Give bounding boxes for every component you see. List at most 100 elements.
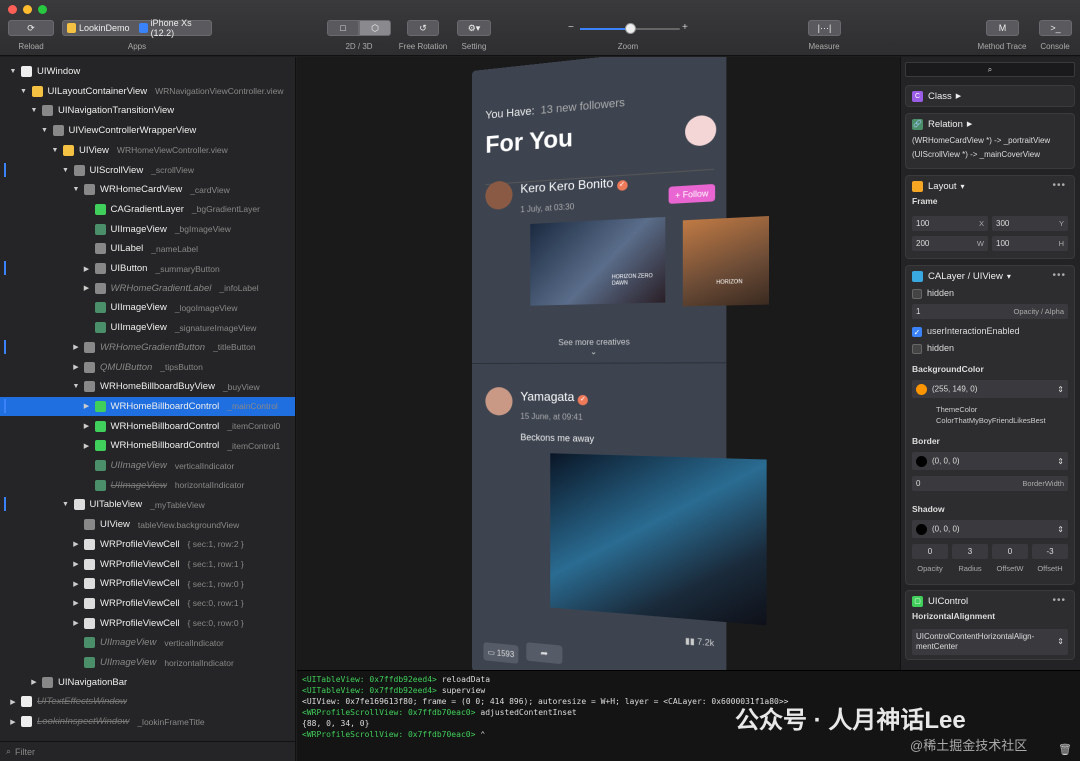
method-trace-button[interactable]: M (986, 20, 1019, 36)
tree-row[interactable]: ▶ WRProfileViewCell { sec:1, row:0 } (0, 574, 295, 593)
setting-button[interactable]: ⚙▾ (457, 20, 491, 36)
tree-row[interactable]: CAGradientLayer _bgGradientLayer (0, 200, 295, 219)
relation-section[interactable]: 🔗 Relation ▶ (WRHomeCardView *) -> _portra… (905, 113, 1075, 169)
zoom-out-button[interactable]: − (568, 22, 574, 33)
disclosure-open-icon[interactable]: ▼ (61, 501, 71, 508)
disclosure-closed-icon[interactable]: ▶ (82, 284, 92, 292)
3d-view-button[interactable]: ⬡ (359, 20, 391, 36)
uicontrol-section[interactable]: ▢ UIControl ••• HorizontalAlignment UICon… (905, 590, 1075, 660)
tree-row[interactable]: ▶ WRHomeGradientLabel _infoLabel (0, 279, 295, 298)
disclosure-closed-icon[interactable]: ▶ (8, 698, 18, 706)
disclosure-open-icon[interactable]: ▼ (71, 383, 81, 390)
border-color-field[interactable]: (0, 0, 0) ⇕ (912, 452, 1068, 470)
disclosure-open-icon[interactable]: ▼ (40, 127, 50, 134)
disclosure-open-icon[interactable]: ▼ (8, 68, 18, 75)
disclosure-closed-icon[interactable]: ▶ (71, 599, 81, 607)
tree-row[interactable]: ▶ WRProfileViewCell { sec:1, row:1 } (0, 555, 295, 574)
tree-row[interactable]: ▼ UITableView _myTableView (0, 495, 295, 514)
disclosure-open-icon[interactable]: ▼ (19, 88, 29, 95)
reload-button[interactable]: ⟳ (8, 20, 54, 36)
checkbox[interactable]: ✓ (912, 326, 922, 337)
phone-preview[interactable]: You Have: 13 new followers For You Kero … (472, 57, 769, 670)
trash-icon[interactable]: 🗑 (1058, 744, 1072, 755)
comments-button[interactable]: ▭ 1593 (483, 642, 519, 664)
disclosure-closed-icon[interactable]: ▶ (82, 422, 92, 430)
see-more-link[interactable]: See more creatives ⌄ (472, 336, 726, 357)
hidden-checkbox[interactable]: hidden (912, 288, 954, 299)
disclosure-open-icon[interactable]: ▼ (71, 186, 81, 193)
tree-row[interactable]: ▶ UIButton _summaryButton (0, 259, 295, 278)
disclosure-closed-icon[interactable]: ▶ (71, 580, 81, 588)
tree-row[interactable]: ▶ LookinInspectWindow _lookinFrameTitle (0, 712, 295, 731)
follow-button[interactable]: + Follow (668, 183, 716, 204)
share-button[interactable]: ➦ (526, 642, 563, 665)
disclosure-closed-icon[interactable]: ▶ (71, 363, 81, 371)
disclosure-closed-icon[interactable]: ▶ (29, 678, 39, 686)
free-rotation-button[interactable]: ↺ (407, 20, 439, 36)
tree-row[interactable]: UIImageView _bgImageView (0, 220, 295, 239)
tree-row[interactable]: UIImageView _logoImageView (0, 298, 295, 317)
tree-row[interactable]: UIImageView verticalIndicator (0, 456, 295, 475)
shadow-color-field[interactable]: (0, 0, 0) ⇕ (912, 520, 1068, 538)
apps-selector[interactable]: LookinDemo iPhone Xs (12.2) (62, 18, 212, 38)
disclosure-closed-icon[interactable]: ▶ (82, 265, 92, 273)
tree-row[interactable]: UIImageView verticalIndicator (0, 633, 295, 652)
minimize-window-button[interactable] (23, 5, 32, 14)
tree-row[interactable]: UILabel _nameLabel (0, 239, 295, 258)
layout-section[interactable]: Layout ▾ ••• Frame 100 X 300 Y 200 W 100 H (905, 175, 1075, 259)
user-interaction-checkbox[interactable]: ✓ userInteractionEnabled (912, 326, 1020, 337)
calayer-section[interactable]: CALayer / UIView ▾ ••• hidden 1 Opacity / … (905, 265, 1075, 585)
tree-row[interactable]: ▶ WRHomeBillboardControl _itemControl0 (0, 417, 295, 436)
user2-avatar[interactable] (485, 387, 513, 416)
disclosure-closed-icon[interactable]: ▶ (8, 718, 18, 726)
disclosure-closed-icon[interactable]: ▶ (71, 343, 81, 351)
shadow-offset-w-field[interactable]: 0 (992, 544, 1028, 559)
close-window-button[interactable] (8, 5, 17, 14)
2d-view-button[interactable]: □ (327, 20, 359, 36)
disclosure-open-icon[interactable]: ▼ (61, 167, 71, 174)
shadow-offset-h-field[interactable]: -3 (1032, 544, 1068, 559)
inspector-search-input[interactable]: ⌕ (905, 62, 1075, 77)
tree-row[interactable]: ▼ UIWindow (0, 62, 295, 81)
zoom-in-button[interactable]: + (682, 22, 688, 33)
frame-h-field[interactable]: 100 H (992, 236, 1068, 251)
filter-input[interactable]: ⌕ Filter (0, 741, 295, 761)
tree-row[interactable]: UIImageView horizontalIndicator (0, 476, 295, 495)
zoom-window-button[interactable] (38, 5, 47, 14)
disclosure-closed-icon[interactable]: ▶ (71, 540, 81, 548)
tree-row[interactable]: ▼ WRHomeBillboardBuyView _buyView (0, 377, 295, 396)
bg-color-field[interactable]: (255, 149, 0) ⇕ (912, 380, 1068, 398)
tree-row[interactable]: ▶ UITextEffectsWindow (0, 692, 295, 711)
tree-row[interactable]: ▶ WRProfileViewCell { sec:0, row:0 } (0, 614, 295, 633)
disclosure-closed-icon[interactable]: ▶ (82, 442, 92, 450)
tree-row[interactable]: ▶ WRHomeBillboardControl _mainControl (0, 396, 295, 416)
zoom-slider[interactable] (580, 23, 680, 34)
avatar[interactable] (685, 114, 717, 148)
tree-row[interactable]: ▶ WRProfileViewCell { sec:1, row:2 } (0, 535, 295, 554)
frame-w-field[interactable]: 200 W (912, 236, 988, 251)
disclosure-closed-icon[interactable]: ▶ (71, 619, 81, 627)
frame-y-field[interactable]: 300 Y (992, 216, 1068, 231)
checkbox[interactable] (912, 288, 922, 299)
tree-row[interactable]: ▶ WRProfileViewCell { sec:0, row:1 } (0, 594, 295, 613)
checkbox[interactable] (912, 343, 922, 354)
tree-row[interactable]: ▼ UIView WRHomeViewController.view (0, 141, 295, 160)
tree-row[interactable]: UIView tableView.backgroundView (0, 515, 295, 534)
disclosure-open-icon[interactable]: ▼ (50, 147, 60, 154)
user1-avatar[interactable] (485, 180, 513, 211)
tree-row[interactable]: ▶ WRHomeGradientButton _titleButton (0, 338, 295, 357)
more-icon[interactable]: ••• (1052, 595, 1066, 606)
h-align-select[interactable]: UIControlContentHorizontalAlign-mentCent… (912, 629, 1068, 655)
tree-row[interactable]: ▶ QMUIButton _tipsButton (0, 358, 295, 377)
tree-row[interactable]: ▶ WRHomeBillboardControl _itemControl1 (0, 436, 295, 455)
measure-button[interactable]: |···| (808, 20, 841, 36)
tree-row[interactable]: ▼ UILayoutContainerView WRNavigationViewCo… (0, 82, 295, 101)
border-width-field[interactable]: 0 BorderWidth (912, 476, 1068, 491)
hidden2-checkbox[interactable]: hidden (912, 343, 954, 354)
preview-canvas[interactable]: You Have: 13 new followers For You Kero … (297, 57, 900, 670)
tree-row[interactable]: UIImageView _signatureImageView (0, 318, 295, 337)
tree-row[interactable]: ▶ UINavigationBar (0, 673, 295, 692)
shadow-opacity-field[interactable]: 0 (912, 544, 948, 559)
tree-row[interactable]: ▼ UINavigationTransitionView (0, 101, 295, 120)
opacity-field[interactable]: 1 Opacity / Alpha (912, 304, 1068, 319)
